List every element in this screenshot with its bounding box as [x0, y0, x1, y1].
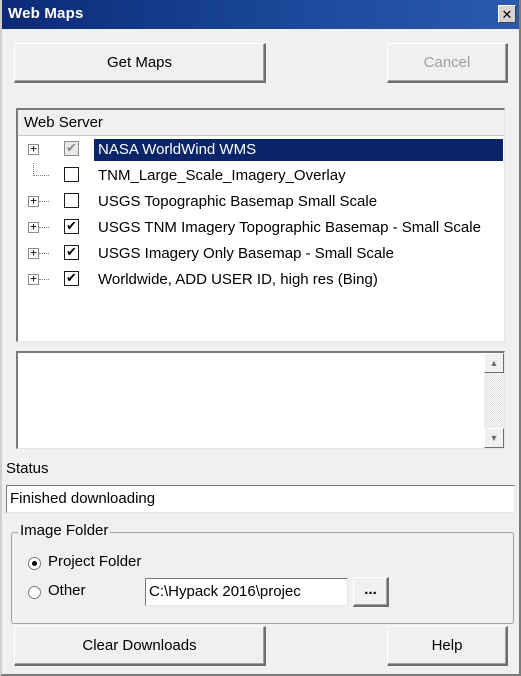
- expand-icon[interactable]: +: [28, 221, 39, 233]
- folder-path-input[interactable]: C:\Hypack 2016\projec: [145, 578, 348, 606]
- project-folder-label[interactable]: Project Folder: [48, 553, 141, 570]
- status-label: Status: [6, 460, 49, 477]
- vertical-scrollbar[interactable]: ▲ ▼: [484, 353, 504, 448]
- tree-column-header[interactable]: Web Server: [18, 110, 504, 136]
- image-folder-legend: Image Folder: [18, 522, 111, 539]
- checkbox-checked[interactable]: ✔: [64, 245, 79, 260]
- other-folder-radio[interactable]: [28, 586, 41, 599]
- tree-item-usgs-topographic[interactable]: + USGS Topographic Basemap Small Scale: [18, 189, 503, 215]
- tree-item-label: USGS Imagery Only Basemap - Small Scale: [98, 245, 394, 262]
- radio-selected-dot: [32, 561, 37, 566]
- window-title: Web Maps: [8, 5, 84, 22]
- help-button[interactable]: Help: [387, 626, 508, 666]
- tree-item-label: NASA WorldWind WMS: [94, 139, 503, 161]
- tree-item-label: TNM_Large_Scale_Imagery_Overlay: [98, 167, 346, 184]
- expand-icon[interactable]: +: [28, 143, 39, 155]
- tree-item-label: Worldwide, ADD USER ID, high res (Bing): [98, 271, 378, 288]
- other-folder-label[interactable]: Other: [48, 582, 86, 599]
- scroll-down-icon[interactable]: ▼: [484, 428, 504, 448]
- tree-item-usgs-tnm-imagery[interactable]: + ✔ USGS TNM Imagery Topographic Basemap…: [18, 215, 503, 241]
- checkbox-checked[interactable]: ✔: [64, 141, 79, 156]
- tree-item-tnm-large-scale[interactable]: TNM_Large_Scale_Imagery_Overlay: [18, 163, 503, 189]
- checkbox-unchecked[interactable]: [64, 167, 79, 182]
- checkbox-unchecked[interactable]: [64, 193, 79, 208]
- expand-icon[interactable]: +: [28, 247, 39, 259]
- tree-item-worldwide-bing[interactable]: + ✔ Worldwide, ADD USER ID, high res (Bi…: [18, 267, 503, 293]
- browse-button[interactable]: ...: [353, 577, 389, 607]
- web-server-tree[interactable]: Web Server + ✔ NASA WorldWind WMS TNM_La…: [16, 108, 505, 342]
- tree-item-label: USGS TNM Imagery Topographic Basemap - S…: [98, 219, 481, 236]
- scroll-up-icon[interactable]: ▲: [484, 353, 504, 373]
- checkbox-checked[interactable]: ✔: [64, 219, 79, 234]
- title-bar[interactable]: Web Maps ✕: [2, 0, 519, 29]
- expand-icon[interactable]: +: [28, 195, 39, 207]
- get-maps-button[interactable]: Get Maps: [14, 43, 266, 83]
- project-folder-radio[interactable]: [28, 557, 41, 570]
- checkbox-checked[interactable]: ✔: [64, 271, 79, 286]
- web-maps-window: Web Maps ✕ Get Maps Cancel Web Server + …: [0, 0, 521, 676]
- cancel-button[interactable]: Cancel: [387, 43, 508, 83]
- status-field[interactable]: Finished downloading: [6, 485, 515, 513]
- tree-item-label: USGS Topographic Basemap Small Scale: [98, 193, 378, 210]
- tree-item-nasa-worldwind[interactable]: + ✔ NASA WorldWind WMS: [18, 137, 503, 163]
- clear-downloads-button[interactable]: Clear Downloads: [14, 626, 266, 666]
- expand-icon[interactable]: +: [28, 273, 39, 285]
- details-textbox[interactable]: ▲ ▼: [16, 351, 505, 449]
- tree-item-usgs-imagery-only[interactable]: + ✔ USGS Imagery Only Basemap - Small Sc…: [18, 241, 503, 267]
- close-icon[interactable]: ✕: [498, 5, 516, 23]
